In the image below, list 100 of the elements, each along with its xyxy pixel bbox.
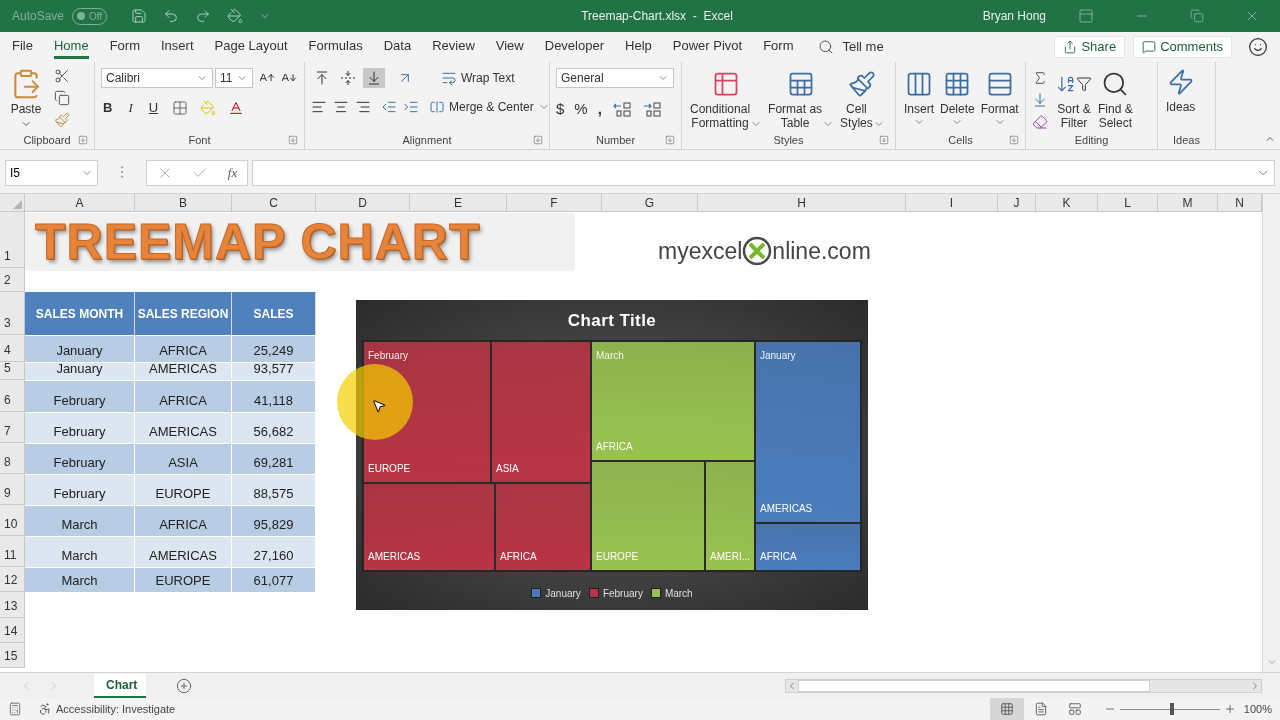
column-header[interactable]: D: [316, 194, 410, 212]
zoom-level[interactable]: 100%: [1243, 700, 1272, 718]
share-button[interactable]: Share: [1054, 36, 1126, 58]
row-header[interactable]: 12: [0, 567, 25, 592]
ribbon-button[interactable]: Cell Styles: [838, 70, 887, 130]
ribbon-button[interactable]: Ideas: [1164, 68, 1198, 114]
row-header[interactable]: 11: [0, 536, 25, 567]
row-header[interactable]: 13: [0, 592, 25, 618]
column-header[interactable]: K: [1036, 194, 1098, 212]
ribbon-tab[interactable]: Insert: [161, 35, 194, 59]
ribbon-button[interactable]: Insert: [902, 70, 936, 128]
comma-button[interactable]: ,: [597, 98, 602, 121]
zoom-slider-thumb[interactable]: [1169, 702, 1174, 715]
sheet-tab[interactable]: Chart: [94, 673, 146, 698]
ribbon-tab[interactable]: Review: [432, 35, 475, 59]
dialog-launcher-icon[interactable]: [665, 135, 675, 145]
column-header[interactable]: H: [698, 194, 906, 212]
ribbon-display-icon[interactable]: [1078, 8, 1094, 24]
name-box[interactable]: I5: [5, 160, 98, 186]
row-header[interactable]: 3: [0, 292, 25, 335]
ribbon-tab[interactable]: File: [12, 35, 33, 59]
ribbon-button[interactable]: Format: [978, 70, 1021, 128]
column-header[interactable]: E: [410, 194, 507, 212]
row-header[interactable]: 15: [0, 643, 25, 668]
font-name-dropdown[interactable]: Calibri: [101, 68, 213, 88]
undo-icon[interactable]: [163, 8, 180, 24]
row-header[interactable]: 10: [0, 505, 25, 536]
column-header[interactable]: G: [602, 194, 698, 212]
format-painter-icon[interactable]: [54, 112, 70, 128]
row-header[interactable]: 6: [0, 380, 25, 412]
row-header[interactable]: 8: [0, 443, 25, 474]
dialog-launcher-icon[interactable]: [288, 135, 298, 145]
paste-button[interactable]: Paste: [6, 68, 46, 130]
merge-center-button[interactable]: Merge & Center: [429, 98, 550, 116]
column-header[interactable]: C: [232, 194, 316, 212]
accessibility-icon[interactable]: [38, 702, 52, 716]
column-header[interactable]: L: [1098, 194, 1158, 212]
column-header[interactable]: M: [1158, 194, 1218, 212]
redo-icon[interactable]: [195, 8, 212, 24]
restore-icon[interactable]: [1190, 9, 1204, 23]
row-header[interactable]: 4: [0, 335, 25, 362]
normal-view-icon[interactable]: [989, 698, 1024, 720]
column-header[interactable]: I: [906, 194, 998, 212]
ribbon-tab[interactable]: Home: [53, 35, 89, 59]
number-format-dropdown[interactable]: General: [556, 68, 674, 88]
wrap-text-button[interactable]: Wrap Text: [441, 69, 515, 87]
percent-button[interactable]: %: [574, 98, 588, 121]
ribbon-button[interactable]: Find & Select: [1096, 70, 1135, 130]
align-center-icon[interactable]: [333, 99, 349, 115]
tell-me-field[interactable]: Tell me: [842, 37, 884, 57]
scissors-icon[interactable]: [54, 68, 70, 84]
ribbon-tab[interactable]: Formulas: [308, 35, 363, 59]
ribbon-tab[interactable]: View: [495, 35, 524, 59]
column-header[interactable]: B: [135, 194, 232, 212]
column-header[interactable]: N: [1218, 194, 1262, 212]
column-header[interactable]: F: [507, 194, 602, 212]
row-header[interactable]: 1: [0, 212, 25, 268]
row-header[interactable]: 9: [0, 474, 25, 505]
comments-button[interactable]: Comments: [1133, 36, 1232, 58]
align-right-icon[interactable]: [355, 99, 371, 115]
align-left-icon[interactable]: [311, 99, 327, 115]
ribbon-tab[interactable]: Form: [109, 35, 140, 59]
fill-color-icon[interactable]: [200, 99, 217, 116]
currency-button[interactable]: $: [556, 98, 565, 121]
row-header[interactable]: 7: [0, 412, 25, 443]
bold-button[interactable]: B: [101, 98, 115, 118]
scrollbar-thumb[interactable]: [798, 679, 1150, 692]
column-header[interactable]: A: [25, 194, 135, 212]
row-header[interactable]: 5: [0, 362, 25, 380]
borders-icon[interactable]: [172, 99, 189, 116]
add-sheet-icon[interactable]: [176, 677, 192, 694]
align-bottom-icon[interactable]: [363, 68, 385, 88]
dialog-launcher-icon[interactable]: [78, 135, 88, 145]
underline-button[interactable]: U: [146, 98, 161, 118]
dialog-launcher-icon[interactable]: [879, 135, 889, 145]
formula-input[interactable]: [252, 160, 1275, 186]
font-color-icon[interactable]: [228, 99, 245, 116]
sort-filter-button[interactable]: Sort & Filter: [1056, 70, 1092, 130]
autosum-icon[interactable]: [1032, 70, 1048, 86]
copy-icon[interactable]: [54, 90, 70, 106]
accessibility-status[interactable]: Accessibility: Investigate: [56, 700, 176, 718]
ribbon-tab[interactable]: Form: [763, 35, 794, 59]
dialog-launcher-icon[interactable]: [1009, 135, 1019, 145]
ribbon-button[interactable]: Format as Table: [766, 70, 837, 130]
column-header[interactable]: J: [998, 194, 1036, 212]
italic-button[interactable]: I: [126, 98, 135, 118]
eraser-icon[interactable]: [1032, 114, 1048, 130]
ribbon-tab[interactable]: Help: [625, 35, 652, 59]
ribbon-tab[interactable]: Data: [383, 35, 412, 59]
ribbon-tab[interactable]: Page Layout: [214, 35, 288, 59]
save-icon[interactable]: [131, 8, 148, 24]
fill-icon[interactable]: [1032, 92, 1048, 108]
insert-function-button[interactable]: fx: [227, 163, 238, 183]
increase-decimal-icon[interactable]: [611, 101, 632, 118]
decrease-decimal-icon[interactable]: [641, 101, 662, 118]
font-size-dropdown[interactable]: 11: [215, 68, 253, 88]
ribbon-button[interactable]: Conditional Formatting: [688, 70, 765, 130]
smiley-icon[interactable]: [1248, 37, 1268, 57]
ribbon-tab[interactable]: Power Pivot: [672, 35, 743, 59]
dialog-launcher-icon[interactable]: [533, 135, 543, 145]
